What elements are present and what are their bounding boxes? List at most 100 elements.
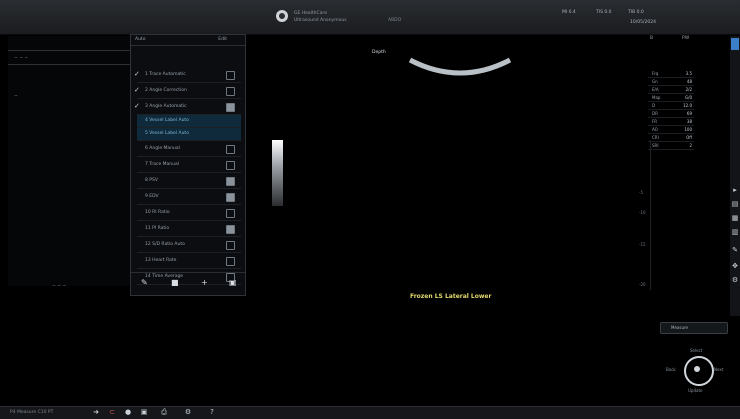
parameter-row: FR 38 — [648, 118, 694, 126]
list-item[interactable]: 9 EDV — [137, 189, 241, 205]
left-row-label: ~ ~ ~ — [14, 56, 29, 61]
panel-header-left[interactable]: Auto — [135, 37, 145, 42]
left-workspace — [8, 36, 130, 286]
measurement-list: ✓ 1 Trace Automatic ✓ 2 Angle Correction… — [134, 67, 241, 285]
check-icon: ✓ — [134, 102, 140, 110]
trackball-center[interactable] — [694, 366, 700, 372]
toggle-checkbox[interactable] — [226, 161, 235, 170]
list-item-selected[interactable]: 4 Vessel Label Auto — [137, 115, 241, 128]
toggle-checkbox[interactable] — [226, 103, 235, 112]
list-item[interactable]: 13 Heart Rate — [137, 253, 241, 269]
list-item[interactable]: 10 RI Ratio — [137, 205, 241, 221]
right-icon-strip: ▸ ▤ ▦ ▥ ✎ ✥ ⚙ — [730, 36, 740, 316]
list-item[interactable]: 11 PI Ratio — [137, 221, 241, 237]
trackball-label-bottom: Update — [688, 388, 703, 393]
param-value: 69 — [686, 111, 692, 116]
param-value: 100 — [684, 127, 692, 132]
settings-icon[interactable]: ⚙ — [731, 276, 739, 284]
top-bar: GE HealthCare Ultrasound Anonymous ABDO … — [0, 0, 740, 35]
help-icon[interactable]: ? — [208, 408, 216, 417]
scale-tick: -15 — [639, 242, 646, 247]
arrow-icon[interactable]: ➜ — [92, 408, 100, 417]
left-bottom-label: ~ ~ ~ — [52, 284, 67, 289]
divider — [8, 64, 130, 65]
scale-tick: -5 — [639, 190, 643, 195]
left-row-label: ~ — [14, 94, 18, 99]
parameter-row: E/A 2/2 — [648, 86, 694, 94]
parameter-row: D 12.0 — [648, 102, 694, 110]
parameter-row: Map G/0 — [648, 94, 694, 102]
scale-tick: -20 — [639, 282, 646, 287]
bottom-bar: P4 Measure C10 PT ➜ ⊂ ● ▣ ⎙ ⚙ ? — [0, 406, 740, 419]
settings-icon[interactable]: ⚙ — [184, 408, 192, 417]
mode-label-pw: PW — [682, 36, 690, 41]
list-item-selected[interactable]: 5 Vessel Label Auto — [137, 128, 241, 141]
list-item[interactable]: 12 S/D Ratio Auto — [137, 237, 241, 253]
brand-logo-icon — [276, 10, 288, 22]
freeze-status-text: Frozen LS Lateral Lower — [410, 293, 492, 300]
toggle-checkbox[interactable] — [226, 145, 235, 154]
panel-header-right[interactable]: Edit — [218, 37, 227, 42]
palette-icon[interactable]: ● — [124, 408, 132, 417]
toggle-checkbox[interactable] — [226, 177, 235, 186]
param-key: CRI — [652, 135, 659, 140]
list-item[interactable]: 6 Angle Manual — [137, 141, 241, 157]
list-item-label: 4 Vessel Label Auto — [145, 118, 189, 123]
list-item[interactable]: 7 Trace Manual — [137, 157, 241, 173]
param-key: FR — [652, 119, 658, 124]
brand-name: GE HealthCare — [294, 11, 327, 16]
list-item-label: 3 Angle Automatic — [145, 104, 187, 109]
list-item[interactable]: ✓ 2 Angle Correction — [134, 83, 241, 99]
active-tab-indicator[interactable] — [731, 38, 739, 50]
mode-label-b: B — [650, 36, 654, 41]
list-item[interactable]: 8 PSV — [137, 173, 241, 189]
list-item[interactable]: ✓ 1 Trace Automatic — [134, 67, 241, 83]
list-item-label: 11 PI Ratio — [145, 226, 170, 231]
delete-icon[interactable]: ■ — [171, 278, 179, 287]
param-key: DR — [652, 111, 658, 116]
param-value: 2/2 — [685, 87, 692, 92]
param-value: 48 — [686, 79, 692, 84]
parameter-row: SRI 2 — [648, 142, 694, 150]
parameter-row: Gn 48 — [648, 78, 694, 86]
save-icon[interactable]: ▣ — [229, 278, 237, 287]
param-key: Frq — [652, 71, 659, 76]
list-item-label: 7 Trace Manual — [145, 162, 180, 167]
bottom-status: P4 Measure C10 PT — [10, 410, 54, 415]
list-item-label: 1 Trace Automatic — [145, 72, 186, 77]
pencil-icon[interactable]: ✎ — [141, 278, 148, 287]
text-icon[interactable]: ▤ — [731, 200, 739, 208]
toggle-checkbox[interactable] — [226, 209, 235, 218]
measurement-panel: Auto Edit ✓ 1 Trace Automatic ✓ 2 Angle … — [130, 34, 246, 296]
layout-icon[interactable]: ▥ — [731, 228, 739, 236]
depth-label: Depth — [372, 50, 386, 55]
list-item-label: 12 S/D Ratio Auto — [145, 242, 185, 247]
panel-header: Auto Edit — [131, 35, 245, 46]
pencil-icon[interactable]: ✎ — [731, 246, 739, 254]
toggle-checkbox[interactable] — [226, 87, 235, 96]
probe-icon[interactable]: ⊂ — [108, 408, 116, 417]
toggle-checkbox[interactable] — [226, 225, 235, 234]
param-value: 2 — [689, 143, 692, 148]
print-icon[interactable]: ⎙ — [160, 408, 168, 417]
measure-button[interactable]: Measure — [660, 322, 728, 334]
toggle-checkbox[interactable] — [226, 257, 235, 266]
toggle-checkbox[interactable] — [226, 241, 235, 250]
save-icon[interactable]: ▣ — [140, 408, 148, 417]
toggle-checkbox[interactable] — [226, 193, 235, 202]
measure-button-label: Measure — [671, 325, 688, 330]
cursor-icon[interactable]: ▸ — [731, 186, 739, 194]
add-icon[interactable]: + — [201, 278, 208, 287]
date-label: 10/05/2024 — [630, 20, 656, 25]
grayscale-bar — [272, 140, 283, 206]
parameter-row: Frq 3.5 — [648, 70, 694, 78]
move-icon[interactable]: ✥ — [731, 262, 739, 270]
toggle-checkbox[interactable] — [226, 71, 235, 80]
check-icon: ✓ — [134, 70, 140, 78]
tib-index: TIB 0.0 — [628, 10, 644, 15]
parameter-table: Frq 3.5 Gn 48 E/A 2/2 Map G/0 D 12.0 DR 69 FR 3… — [648, 70, 694, 150]
param-key: AO — [652, 127, 658, 132]
tis-index: TIS 0.0 — [596, 10, 612, 15]
grid-icon[interactable]: ▦ — [731, 214, 739, 222]
list-item[interactable]: ✓ 3 Angle Automatic — [134, 99, 241, 115]
